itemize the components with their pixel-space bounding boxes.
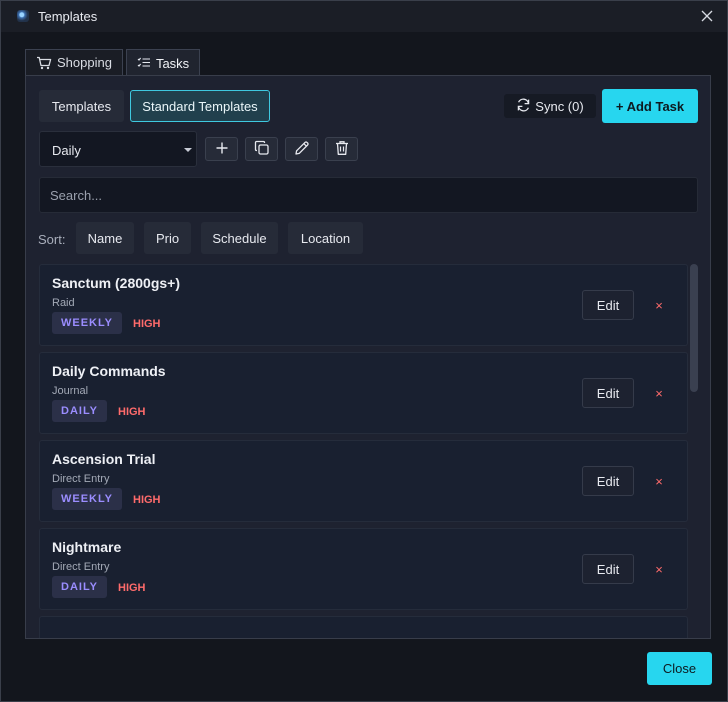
sync-icon	[516, 98, 531, 115]
schedule-badge: WEEKLY	[52, 488, 122, 510]
window-close-icon[interactable]	[695, 4, 719, 28]
templates-window: Templates Shopping Tasks Templates Stand…	[0, 0, 728, 702]
delete-task-button[interactable]: ×	[652, 560, 666, 578]
task-card: Nightmare Direct Entry DAILY HIGH Edit ×	[39, 528, 688, 610]
priority-label: HIGH	[118, 582, 146, 594]
priority-label: HIGH	[133, 494, 161, 506]
delete-task-button[interactable]: ×	[652, 384, 666, 402]
sort-by-schedule-button[interactable]: Schedule	[201, 222, 278, 254]
tab-bar: Shopping Tasks	[25, 49, 201, 76]
title-bar: Templates	[1, 1, 727, 32]
sync-button[interactable]: Sync (0)	[504, 94, 596, 118]
edit-task-button[interactable]: Edit	[582, 466, 634, 496]
schedule-badge: DAILY	[52, 400, 107, 422]
list-icon	[137, 57, 151, 69]
sort-by-prio-button[interactable]: Prio	[144, 222, 191, 254]
duplicate-template-button[interactable]	[245, 137, 278, 161]
task-list: Sanctum (2800gs+) Raid WEEKLY HIGH Edit …	[39, 264, 700, 638]
scrollbar-thumb[interactable]	[690, 264, 698, 392]
task-name: Sanctum (2800gs+)	[52, 275, 180, 291]
task-category: Raid	[52, 297, 75, 309]
priority-label: HIGH	[118, 406, 146, 418]
close-button[interactable]: Close	[647, 652, 712, 685]
standard-templates-button[interactable]: Standard Templates	[130, 90, 270, 122]
tab-tasks[interactable]: Tasks	[125, 49, 201, 76]
schedule-badge: DAILY	[52, 576, 107, 598]
sort-by-location-button[interactable]: Location	[288, 222, 363, 254]
cart-icon	[36, 56, 52, 70]
delete-template-button[interactable]	[325, 137, 358, 161]
task-name: Nightmare	[52, 539, 122, 555]
search-input[interactable]	[40, 178, 697, 212]
tab-shopping[interactable]: Shopping	[25, 49, 123, 75]
sync-label: Sync (0)	[535, 98, 584, 114]
template-select-value: Daily	[52, 143, 81, 158]
task-category: Direct Entry	[52, 561, 110, 573]
schedule-badge: WEEKLY	[52, 312, 122, 334]
sort-label: Sort:	[38, 232, 66, 247]
task-category: Journal	[52, 385, 89, 397]
task-name: Ascension Trial	[52, 451, 156, 467]
copy-icon	[254, 140, 270, 159]
task-card: Sanctum (2800gs+) Raid WEEKLY HIGH Edit …	[39, 264, 688, 346]
add-template-button[interactable]	[205, 137, 238, 161]
chevron-down-icon	[184, 148, 192, 152]
tab-shopping-label: Shopping	[57, 55, 112, 70]
app-icon	[17, 10, 29, 22]
task-card: Daily Commands Journal DAILY HIGH Edit ×	[39, 352, 688, 434]
add-task-button[interactable]: + Add Task	[602, 89, 698, 123]
window-title: Templates	[38, 9, 98, 24]
task-list-scrollbar[interactable]	[689, 264, 699, 638]
trash-icon	[335, 140, 349, 159]
tasks-panel: Templates Standard Templates Sync (0) + …	[25, 75, 711, 639]
task-card-partial	[39, 616, 688, 638]
template-select[interactable]: Daily	[39, 131, 197, 167]
plus-icon	[215, 141, 229, 158]
priority-label: HIGH	[133, 318, 161, 330]
pencil-icon	[294, 140, 310, 159]
tab-tasks-label: Tasks	[155, 55, 190, 71]
edit-task-button[interactable]: Edit	[582, 290, 634, 320]
rename-template-button[interactable]	[285, 137, 318, 161]
templates-button[interactable]: Templates	[39, 90, 124, 122]
sort-by-name-button[interactable]: Name	[76, 222, 134, 254]
task-card: Ascension Trial Direct Entry WEEKLY HIGH…	[39, 440, 688, 522]
delete-task-button[interactable]: ×	[652, 296, 666, 314]
edit-task-button[interactable]: Edit	[582, 554, 634, 584]
edit-task-button[interactable]: Edit	[582, 378, 634, 408]
search-field[interactable]	[39, 177, 698, 213]
task-category: Direct Entry	[52, 473, 110, 485]
task-name: Daily Commands	[52, 363, 166, 379]
delete-task-button[interactable]: ×	[652, 472, 666, 490]
